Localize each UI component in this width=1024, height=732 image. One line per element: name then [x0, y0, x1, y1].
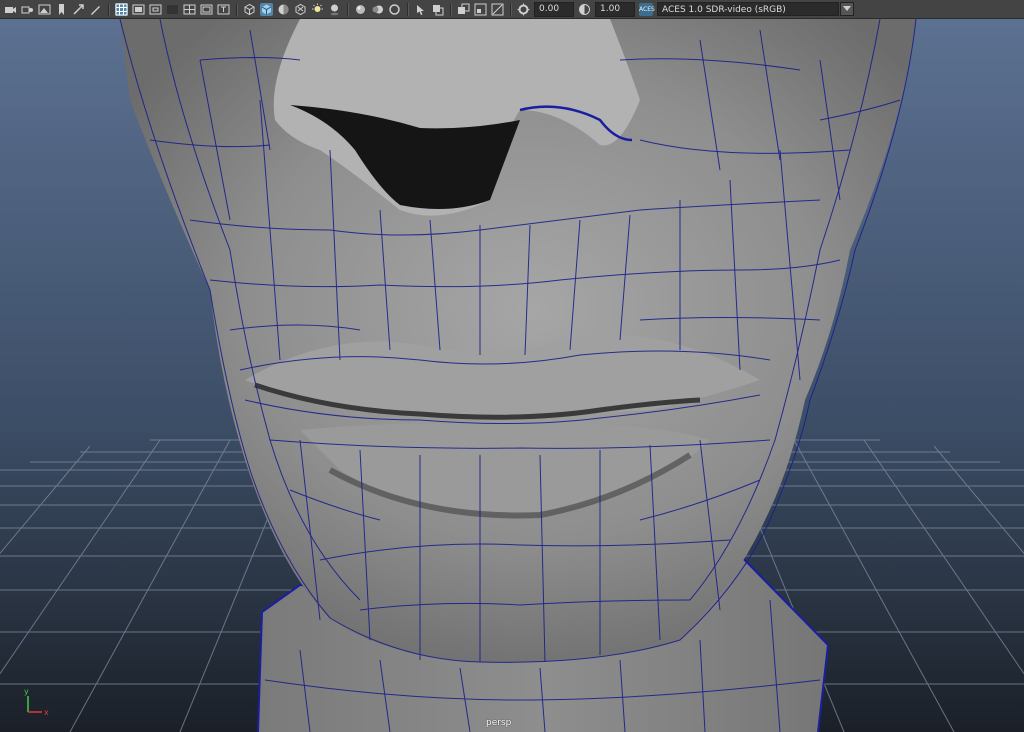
grease-pencil-icon[interactable]: [89, 3, 102, 16]
safe-action-icon[interactable]: [200, 3, 213, 16]
toolbar-separator: [510, 2, 512, 16]
view-transform-select[interactable]: ACES 1.0 SDR-video (sRGB): [657, 2, 839, 16]
backface-culling-icon[interactable]: [491, 3, 504, 16]
toolbar-separator: [236, 2, 238, 16]
exposure-field[interactable]: 0.00: [534, 1, 574, 17]
toolbar-separator: [347, 2, 349, 16]
default-material-icon[interactable]: [277, 3, 290, 16]
isolate-select-icon[interactable]: [414, 3, 427, 16]
viewport-3d[interactable]: y x: [0, 19, 1024, 732]
color-management-toggle-icon[interactable]: ACES: [639, 2, 655, 16]
smooth-shade-icon[interactable]: [260, 2, 273, 16]
field-chart-icon[interactable]: [183, 3, 196, 16]
xray-icon[interactable]: [431, 3, 444, 16]
image-plane-icon[interactable]: [38, 3, 51, 16]
toolbar-separator: [108, 2, 110, 16]
screen-space-ao-icon[interactable]: [354, 3, 367, 16]
resolution-gate-icon[interactable]: [149, 3, 162, 16]
grid-toggle-icon[interactable]: [115, 2, 128, 16]
gamma-field[interactable]: 1.00: [595, 1, 635, 17]
motion-blur-icon[interactable]: [371, 3, 384, 16]
textured-icon[interactable]: [294, 3, 307, 16]
camera-name-label: persp: [486, 718, 512, 728]
safe-title-icon[interactable]: [217, 3, 230, 16]
select-camera-icon[interactable]: [4, 3, 17, 16]
toolbar-separator: [450, 2, 452, 16]
scene-render: y x: [0, 19, 1024, 732]
wireframe-icon[interactable]: [243, 3, 256, 16]
film-gate-icon[interactable]: [132, 3, 145, 16]
xray-active-components-icon[interactable]: [474, 3, 487, 16]
xray-joints-icon[interactable]: [457, 3, 470, 16]
toolbar-separator: [407, 2, 409, 16]
shadows-icon[interactable]: [328, 3, 341, 16]
axis-y-label: y: [24, 687, 29, 696]
exposure-icon[interactable]: [517, 3, 530, 16]
gate-mask-icon[interactable]: [166, 3, 179, 16]
bookmark-icon[interactable]: [55, 3, 68, 16]
gamma-icon[interactable]: [578, 3, 591, 16]
anti-aliasing-icon[interactable]: [388, 3, 401, 16]
camera-attributes-icon[interactable]: [21, 3, 34, 16]
use-all-lights-icon[interactable]: [311, 3, 324, 16]
viewport-toolbar: 0.00 1.00 ACES ACES 1.0 SDR-video (sRGB): [0, 0, 1024, 19]
chevron-down-icon[interactable]: [840, 2, 854, 16]
axis-x-label: x: [44, 708, 49, 717]
2d-pan-zoom-icon[interactable]: [72, 3, 85, 16]
